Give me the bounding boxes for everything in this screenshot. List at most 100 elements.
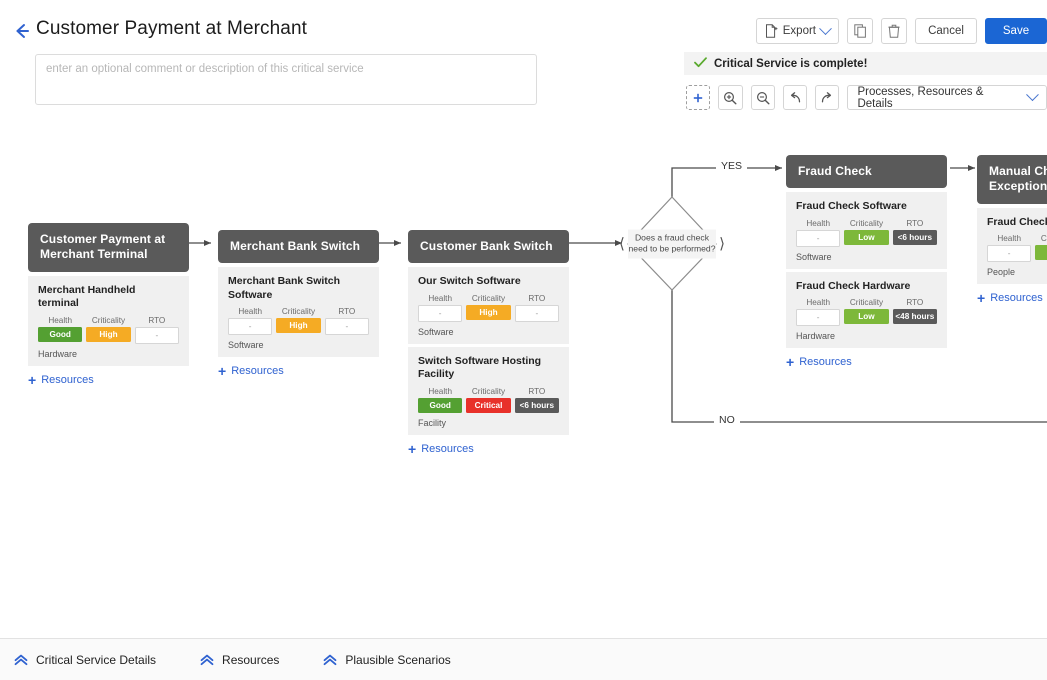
page-header: Customer Payment at Merchant Export [0,0,1047,105]
bottom-item-plausible-scenarios[interactable]: Plausible Scenarios [323,652,451,667]
critical-service-editor: Customer Payment at Merchant Export [0,0,1047,680]
fit-to-screen-icon [692,92,704,104]
resource-card[interactable]: Fraud Check Software Health - Criticalit… [786,192,947,269]
node-resources: Fraud Check Software Health - Criticalit… [786,192,947,349]
bottom-item-resources[interactable]: Resources [200,653,279,667]
resource-name: Fraud Check Te Office [987,215,1047,228]
process-node-customer-payment-terminal[interactable]: Customer Payment at Merchant Terminal Me… [28,223,189,387]
metric-health: Health - [796,218,841,247]
metric-value-criticality [1035,245,1047,261]
view-mode-label: Processes, Resources & Details [857,85,984,110]
process-node-fraud-check[interactable]: Fraud Check Fraud Check Software Health … [786,155,947,369]
chevron-double-up-icon [323,654,337,666]
chevron-double-up-icon [200,654,214,666]
metric-label-health: Health [806,298,830,308]
zoom-out-button[interactable] [750,85,775,110]
resource-metrics: Health - Criticality Low RTO <48 hours [796,298,937,327]
export-button[interactable]: Export [755,18,839,44]
add-resources-link[interactable]: + Resources [28,373,189,387]
metric-value-rto: - [134,326,179,344]
metric-value-rto: <6 hours [514,397,559,413]
cancel-button[interactable]: Cancel [915,18,977,44]
add-resources-link[interactable]: + Resources [408,442,569,456]
resource-type: Hardware [796,331,836,342]
metric-health: Health - [228,307,273,336]
resource-card[interactable]: Fraud Check Te Office Health - Criticali… [977,207,1047,285]
metric-label-rto: RTO [906,218,924,228]
resource-name: Merchant Handheld terminal [38,283,136,310]
delete-button[interactable] [881,18,907,44]
node-resources: Merchant Bank Switch Software Health - C… [218,267,379,358]
metric-value-health: - [796,229,841,247]
undo-button[interactable] [782,85,808,110]
process-node-merchant-bank-switch[interactable]: Merchant Bank Switch Merchant Bank Switc… [218,230,379,378]
resource-metrics: Health - Criticality RTO [987,234,1047,263]
metric-criticality: Criticality High [466,293,511,322]
resource-metrics: Health - Criticality High RTO - [228,307,369,336]
redo-button[interactable] [815,85,840,110]
chevron-right-icon[interactable]: ⟩ [719,237,725,252]
node-resources: Fraud Check Te Office Health - Criticali… [977,207,1047,285]
metric-rto: RTO - [324,307,369,336]
add-resources-link[interactable]: + Resources [786,355,947,369]
add-resources-link[interactable]: + Resources [218,364,379,378]
resource-type: Software [418,326,454,337]
metric-health: Health Good [418,387,463,413]
fit-to-screen-button[interactable] [686,85,711,110]
view-mode-select[interactable]: Processes, Resources & Details [847,85,1047,110]
zoom-in-button[interactable] [718,85,743,110]
metric-value-health: Good [38,326,83,342]
metric-value-criticality: Low [844,229,889,245]
metric-rto: RTO - [514,294,559,322]
metric-value-rto: <6 hours [892,229,937,245]
metric-label-criticality: Criticality [849,298,884,308]
metric-label-rto: RTO [338,307,356,317]
chevron-down-icon [1026,88,1039,101]
add-resources-label: Resources [990,292,1043,305]
metric-criticality: Criticality High [276,307,321,335]
process-diagram-canvas[interactable]: YES NO Customer Payment at Merchant Term… [0,118,1047,638]
chevron-down-icon[interactable] [819,21,832,35]
metric-label-criticality: Criticality [471,293,506,303]
resource-card[interactable]: Switch Software Hosting Facility Health … [408,346,569,435]
save-button[interactable]: Save [985,18,1047,44]
plus-icon: + [218,363,227,380]
decision-node-fraud-check[interactable]: Does a fraud check need to be performed?… [619,197,725,291]
metric-value-rto: - [324,318,369,336]
resource-type: Hardware [38,348,78,359]
export-file-icon [765,24,778,38]
metric-value-criticality: High [86,326,131,342]
resource-metrics: Health - Criticality High RTO - [418,294,559,322]
metric-health: Health - [418,294,463,322]
metric-label-health: Health [806,218,830,228]
metric-label-rto: RTO [906,298,924,308]
metric-label-criticality: Criticality [1040,234,1047,244]
resource-card[interactable]: Fraud Check Hardware Health - Criticalit… [786,271,947,349]
node-title: Merchant Bank Switch [218,230,379,264]
metric-label-health: Health [997,234,1021,244]
resource-type: Software [796,251,832,262]
bottom-item-critical-service-details[interactable]: Critical Service Details [14,653,156,667]
diagram-toolbar: Processes, Resources & Details [686,85,1047,110]
undo-icon [788,91,802,105]
chevron-left-icon[interactable]: ⟨ [619,237,625,252]
metric-value-health: - [418,304,463,322]
resource-card[interactable]: Merchant Handheld terminal Health Good C… [28,275,189,366]
copy-button[interactable] [847,18,873,44]
bottom-item-label: Plausible Scenarios [345,652,451,667]
add-resources-link[interactable]: + Resources [977,291,1047,305]
metric-health: Health - [796,298,841,327]
process-node-manual-check-exceptions[interactable]: Manual Check Exceptions R Fraud Check Te… [977,155,1047,305]
metric-value-criticality: Critical [466,397,511,413]
resource-card[interactable]: Merchant Bank Switch Software Health - C… [218,267,379,358]
zoom-out-icon [756,91,770,105]
plus-icon: + [977,290,986,307]
metric-rto: RTO <48 hours [892,298,937,326]
process-node-customer-bank-switch[interactable]: Customer Bank Switch Our Switch Software… [408,230,569,456]
plus-icon: + [786,354,795,371]
back-arrow-icon[interactable] [10,20,32,42]
node-title: Fraud Check [786,155,947,189]
metric-label-criticality: Criticality [471,386,506,396]
service-comment-input[interactable] [35,54,537,105]
resource-card[interactable]: Our Switch Software Health - Criticality… [408,267,569,344]
